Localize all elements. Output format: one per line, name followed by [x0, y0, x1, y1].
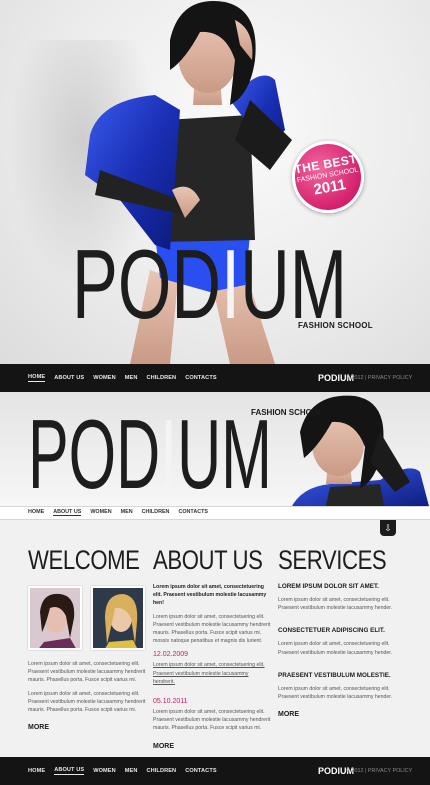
- thumbnail-model-2[interactable]: [91, 586, 145, 650]
- main-content: WELCOME Lorem ipsum dolor sit amet, cons…: [0, 520, 430, 757]
- about-paragraph-1: Lorem ipsum dolor sit amet, consectetuer…: [153, 613, 271, 645]
- welcome-thumbnails: [28, 586, 146, 650]
- hero-logo-right: UM: [240, 238, 347, 326]
- news-date-2: 05.10.2011: [153, 698, 188, 706]
- hero-banner: THE BEST FASHION SCHOOL 2011 PODIUM FASH…: [0, 0, 430, 364]
- nav-item-children[interactable]: CHILDREN: [147, 375, 177, 381]
- about-lead: Lorem ipsum dolor sit amet, consectetuer…: [153, 584, 267, 607]
- thumbnail-model-1[interactable]: [28, 586, 82, 650]
- footer-nav-about-us[interactable]: ABOUT US: [54, 767, 85, 775]
- header-logo-text: PODIUM: [28, 408, 272, 496]
- header-tagline: FASHION SCHOOL: [251, 408, 324, 417]
- nav-item-about-us[interactable]: ABOUT US: [54, 375, 84, 381]
- hero-logo-i: I: [221, 238, 240, 326]
- subnav-item-men[interactable]: MEN: [121, 509, 133, 516]
- nav-item-women[interactable]: WOMEN: [93, 375, 116, 381]
- service-title-1[interactable]: LOREM IPSUM DOLOR SIT AMET.: [278, 582, 396, 591]
- news-date-1: 12.02.2009: [153, 651, 189, 659]
- services-more-link[interactable]: MORE: [278, 711, 396, 718]
- services-column: SERVICES LOREM IPSUM DOLOR SIT AMET. Lor…: [278, 545, 396, 719]
- news-text-1[interactable]: Lorem ipsum dolor sit amet, consectetuer…: [153, 661, 271, 686]
- news-text-2: Lorem ipsum dolor sit amet, consectetuer…: [153, 709, 271, 732]
- scroll-down-arrow-icon[interactable]: ⇩: [380, 520, 396, 536]
- header-logo-right: UM: [177, 408, 272, 496]
- service-title-3[interactable]: PRAESENT VESTIBULUM MOLESTIE.: [278, 671, 396, 680]
- service-text-3: Lorem ipsum dolor sit amet, consectetuer…: [278, 685, 393, 701]
- header-logo: PODIUM: [28, 399, 278, 509]
- secondary-navbar: HOME ABOUT US WOMEN MEN CHILDREN CONTACT…: [0, 506, 430, 520]
- footer-nav-list: HOME ABOUT US WOMEN MEN CHILDREN CONTACT…: [28, 757, 217, 785]
- hero-tagline: FASHION SCHOOL: [298, 321, 373, 330]
- services-heading: SERVICES: [278, 545, 387, 575]
- subnav-item-women[interactable]: WOMEN: [90, 509, 111, 516]
- about-more-link[interactable]: MORE: [153, 743, 271, 750]
- footer-nav-contacts[interactable]: CONTACTS: [185, 768, 216, 774]
- subnav-item-about-us[interactable]: ABOUT US: [53, 509, 82, 516]
- footer-nav-men[interactable]: MEN: [125, 768, 138, 774]
- nav-item-home[interactable]: HOME: [28, 374, 46, 382]
- subnav-item-contacts[interactable]: CONTACTS: [178, 509, 208, 516]
- footer-nav-home[interactable]: HOME: [28, 768, 45, 774]
- nav-item-men[interactable]: MEN: [125, 375, 138, 381]
- welcome-column: WELCOME Lorem ipsum dolor sit amet, cons…: [28, 547, 146, 731]
- service-text-2: Lorem ipsum dolor sit amet, consectetuer…: [278, 641, 393, 656]
- welcome-paragraph-2: Lorem ipsum dolor sit amet, consectetuer…: [28, 690, 146, 714]
- inner-page-header: PODIUM FASHION SCHOOL: [0, 392, 430, 510]
- footer-copyright[interactable]: © 2012 | PRIVACY POLICY: [346, 768, 412, 774]
- nav-copyright[interactable]: © 2012 | PRIVACY POLICY: [346, 375, 412, 381]
- thumbnail-image-2: [93, 588, 143, 648]
- header-logo-i: I: [160, 408, 177, 496]
- footer-nav-children[interactable]: CHILDREN: [147, 768, 177, 774]
- hero-logo-text: PODIUM: [72, 238, 347, 326]
- main-navbar: HOME ABOUT US WOMEN MEN CHILDREN CONTACT…: [0, 364, 430, 392]
- footer-navbar: HOME ABOUT US WOMEN MEN CHILDREN CONTACT…: [0, 757, 430, 785]
- header-logo-left: POD: [28, 408, 160, 496]
- service-text-1: Lorem ipsum dolor sit amet, consectetuer…: [278, 597, 393, 612]
- welcome-heading: WELCOME: [28, 545, 140, 575]
- header-logo-wordmark: PODIUM: [28, 399, 272, 509]
- subnav-item-home[interactable]: HOME: [28, 509, 44, 516]
- thumbnail-image-1: [30, 588, 80, 648]
- subnav-item-children[interactable]: CHILDREN: [142, 509, 170, 516]
- welcome-more-link[interactable]: MORE: [28, 724, 146, 731]
- footer-nav-women[interactable]: WOMEN: [93, 768, 116, 774]
- nav-item-contacts[interactable]: CONTACTS: [185, 375, 216, 381]
- hero-logo-left: POD: [72, 238, 221, 326]
- secondary-nav-list: HOME ABOUT US WOMEN MEN CHILDREN CONTACT…: [28, 509, 208, 516]
- hero-logo: PODIUM: [72, 229, 352, 339]
- service-title-2[interactable]: CONSECTETUER ADIPISCING ELIT.: [278, 626, 396, 635]
- badge-year: 2011: [312, 176, 348, 199]
- about-column: ABOUT US Lorem ipsum dolor sit amet, con…: [153, 547, 271, 750]
- main-nav-list: HOME ABOUT US WOMEN MEN CHILDREN CONTACT…: [28, 364, 217, 392]
- hero-logo-wordmark: PODIUM: [72, 229, 347, 339]
- about-heading: ABOUT US: [153, 545, 263, 575]
- welcome-paragraph-1: Lorem ipsum dolor sit amet, consectetuer…: [28, 661, 146, 684]
